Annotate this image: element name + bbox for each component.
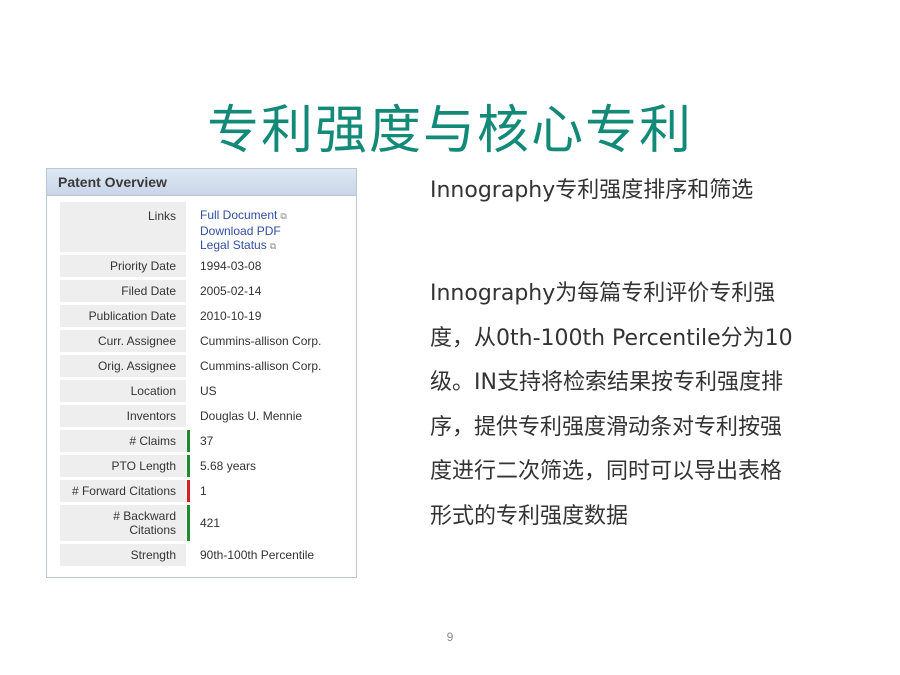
- download-pdf-link[interactable]: Download PDF: [200, 224, 281, 238]
- overview-rows: Links Full Document ⧉ Download PDF Legal …: [60, 202, 350, 569]
- row-value: 1994-03-08: [200, 259, 262, 273]
- patent-overview-panel: Patent Overview Links Full Document ⧉ Dow…: [46, 168, 357, 578]
- row-pto-length: PTO Length 5.68 years: [60, 455, 350, 477]
- row-label: Orig. Assignee: [60, 355, 186, 377]
- row-label: Priority Date: [60, 255, 186, 277]
- panel-header: Patent Overview: [47, 169, 356, 196]
- paragraph-line: 度，从0th-100th Percentile分为10: [430, 325, 793, 351]
- strength-indicator-bar: [187, 455, 190, 477]
- row-label: Links: [60, 202, 186, 252]
- row-orig-assignee: Orig. Assignee Cummins-allison Corp.: [60, 355, 350, 377]
- row-label: Curr. Assignee: [60, 330, 186, 352]
- curr-assignee-link[interactable]: Cummins-allison Corp.: [200, 330, 321, 352]
- row-value: 2005-02-14: [200, 284, 262, 298]
- slide-title: 专利强度与核心专利: [206, 101, 693, 161]
- row-filed-date: Filed Date 2005-02-14: [60, 280, 350, 302]
- row-value: 421: [200, 516, 221, 530]
- row-label: Strength: [60, 544, 186, 566]
- strength-indicator-bar: [187, 430, 190, 452]
- row-strength: Strength 90th-100th Percentile: [60, 544, 350, 566]
- row-inventors: Inventors Douglas U. Mennie: [60, 405, 350, 427]
- legal-status-link[interactable]: Legal Status: [200, 238, 267, 252]
- external-link-icon: ⧉: [269, 241, 277, 251]
- links-list: Full Document ⧉ Download PDF Legal Status…: [200, 202, 287, 258]
- row-label: Inventors: [60, 405, 186, 427]
- row-links: Links Full Document ⧉ Download PDF Legal …: [60, 202, 350, 252]
- row-value: 2010-10-19: [200, 309, 262, 323]
- row-label: Filed Date: [60, 280, 186, 302]
- row-value: 1: [200, 484, 207, 498]
- row-value: 5.68 years: [200, 459, 257, 473]
- external-link-icon: ⧉: [280, 211, 287, 221]
- page-number: 9: [446, 630, 454, 644]
- inventor-link[interactable]: Douglas U. Mennie: [200, 405, 302, 427]
- row-forward-citations: # Forward Citations 1: [60, 480, 350, 502]
- row-label: # Claims: [60, 430, 186, 452]
- full-document-link[interactable]: Full Document: [200, 208, 277, 222]
- row-value: 90th-100th Percentile: [200, 548, 315, 562]
- row-backward-citations: # Backward Citations 421: [60, 505, 350, 541]
- strength-indicator-bar: [187, 505, 190, 541]
- paragraph-line: 形式的专利强度数据: [430, 503, 629, 529]
- row-label: # Backward Citations: [60, 505, 186, 541]
- paragraph-line: 度进行二次筛选，同时可以导出表格: [430, 459, 783, 484]
- row-curr-assignee: Curr. Assignee Cummins-allison Corp.: [60, 330, 350, 352]
- row-publication-date: Publication Date 2010-10-19: [60, 305, 350, 327]
- row-value: 37: [200, 434, 214, 448]
- row-location: Location US: [60, 380, 350, 402]
- slide-subtitle: Innography专利强度排序和筛选: [430, 178, 754, 203]
- paragraph-line: 级。IN支持将检索结果按专利强度排: [430, 370, 783, 395]
- weakness-indicator-bar: [187, 480, 190, 502]
- row-claims: # Claims 37: [60, 430, 350, 452]
- row-value: Cummins-allison Corp.: [200, 359, 322, 373]
- row-label: PTO Length: [60, 455, 186, 477]
- row-label: # Forward Citations: [60, 480, 186, 502]
- paragraph-line: 序，提供专利强度滑动条对专利按强: [430, 414, 783, 440]
- paragraph-line: Innography为每篇专利评价专利强: [430, 281, 776, 306]
- row-value: US: [200, 384, 217, 398]
- row-label: Publication Date: [60, 305, 186, 327]
- row-label: Location: [60, 380, 186, 402]
- slide-paragraph: Innography为每篇专利评价专利强 度，从0th-100th Percen…: [430, 272, 860, 539]
- row-priority-date: Priority Date 1994-03-08: [60, 255, 350, 277]
